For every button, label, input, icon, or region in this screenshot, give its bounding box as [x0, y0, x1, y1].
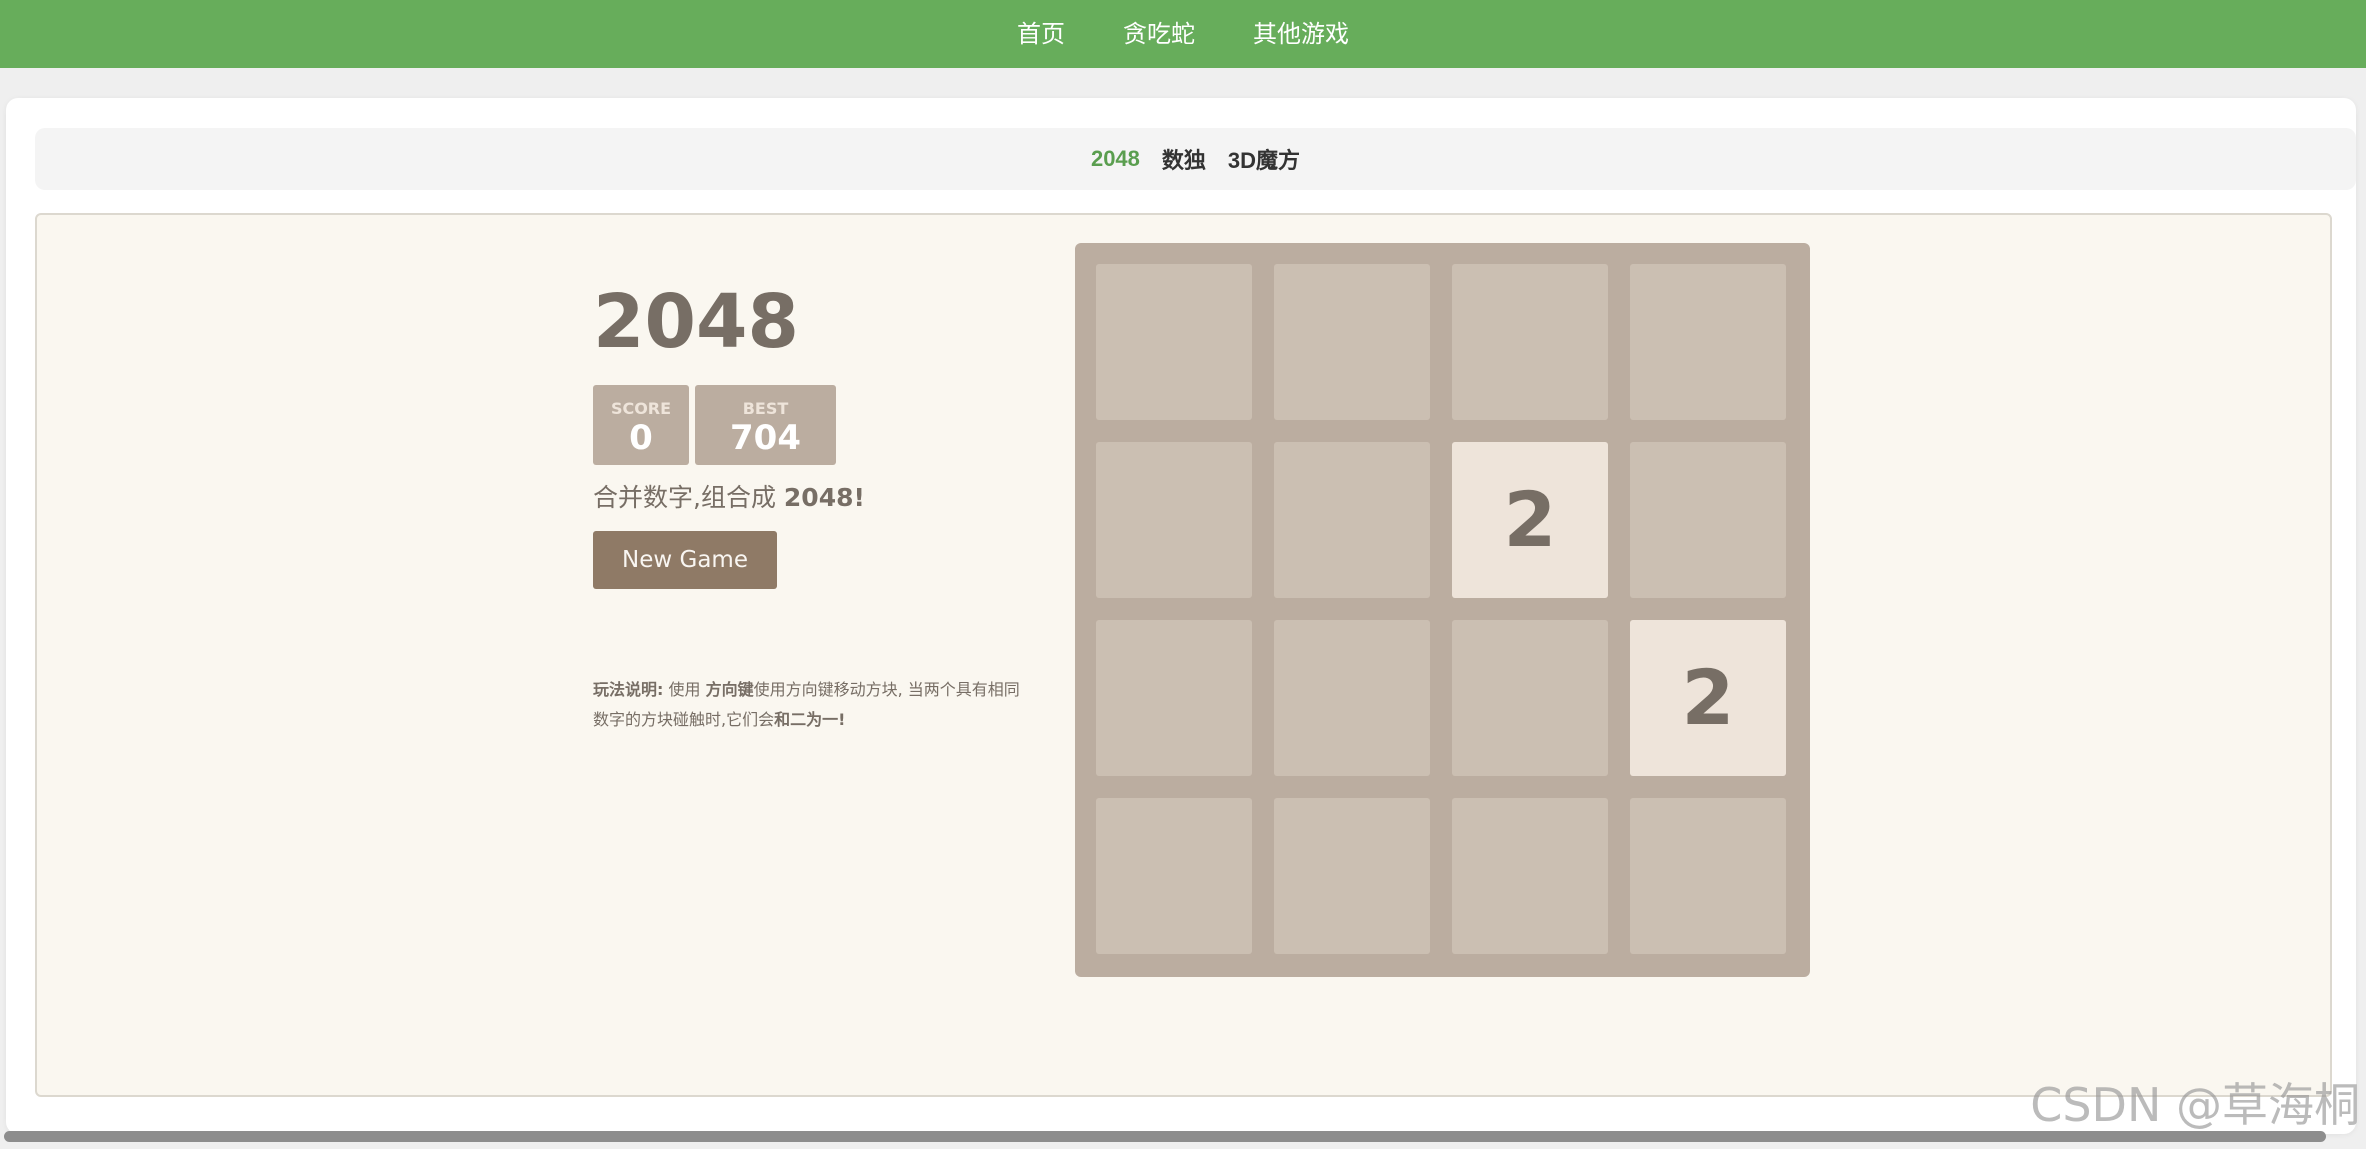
grid-cell — [1096, 264, 1252, 420]
grid-cell — [1630, 442, 1786, 598]
horizontal-scrollbar[interactable] — [4, 1131, 2326, 1142]
grid-cell — [1096, 798, 1252, 954]
grid-cell — [1274, 620, 1430, 776]
best-score-box: BEST 704 — [695, 385, 836, 465]
intro-target: 2048! — [783, 483, 865, 512]
game-title: 2048 — [593, 279, 799, 365]
howto-merge: 和二为一! — [774, 710, 846, 729]
nav-home-link[interactable]: 首页 — [1017, 0, 1065, 68]
score-label: SCORE — [610, 399, 672, 418]
game-panel: 2048 SCORE 0 BEST 704 合并数字,组合成 2048! New… — [35, 213, 2332, 1097]
grid-cell — [1274, 798, 1430, 954]
score-value: 0 — [629, 418, 653, 458]
howto-heading: 玩法说明: — [593, 680, 664, 699]
grid-cell — [1274, 264, 1430, 420]
game-board[interactable]: 22 — [1075, 243, 1810, 977]
grid-cell — [1452, 620, 1608, 776]
tile-2: 2 — [1452, 442, 1608, 598]
how-to-play: 玩法说明: 使用 方向键使用方向键移动方块, 当两个具有相同数字的方块碰触时,它… — [593, 675, 1033, 735]
nav-snake-link[interactable]: 贪吃蛇 — [1123, 0, 1195, 68]
content-card: 2048 数独 3D魔方 2048 SCORE 0 BEST 704 合并数字,… — [6, 98, 2356, 1134]
csdn-watermark: CSDN @草海桐 — [2030, 1078, 2360, 1132]
score-box: SCORE 0 — [593, 385, 689, 465]
grid-cell — [1096, 442, 1252, 598]
best-value: 704 — [730, 418, 801, 458]
nav-other-games-link[interactable]: 其他游戏 — [1253, 0, 1349, 68]
new-game-button[interactable]: New Game — [593, 531, 777, 589]
howto-keys: 方向键 — [705, 680, 754, 699]
howto-text-1: 使用 — [663, 680, 706, 699]
grid-cell — [1096, 620, 1252, 776]
subnav-sudoku-link[interactable]: 数独 — [1162, 143, 1206, 175]
grid-cell — [1452, 798, 1608, 954]
best-label: BEST — [742, 399, 789, 418]
top-nav: 首页 贪吃蛇 其他游戏 — [0, 0, 2366, 68]
grid-cell — [1630, 264, 1786, 420]
subnav-2048-link[interactable]: 2048 — [1091, 146, 1140, 172]
tile-2: 2 — [1630, 620, 1786, 776]
grid-cell — [1452, 264, 1608, 420]
grid-cell — [1274, 442, 1430, 598]
grid-cell — [1630, 798, 1786, 954]
intro-text: 合并数字,组合成 — [593, 483, 784, 512]
game-subnav: 2048 数独 3D魔方 — [35, 128, 2356, 190]
game-intro: 合并数字,组合成 2048! — [593, 481, 865, 515]
subnav-cube-link[interactable]: 3D魔方 — [1228, 143, 1300, 175]
